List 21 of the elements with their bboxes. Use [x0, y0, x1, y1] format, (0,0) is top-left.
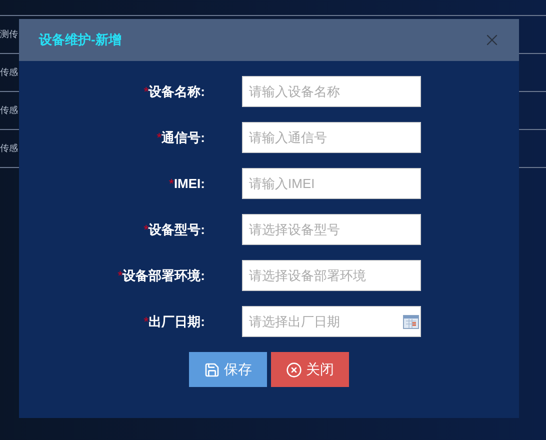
row-label: 传感: [0, 68, 18, 77]
input-field[interactable]: 请输入设备名称: [242, 76, 421, 107]
field-label: *设备部署环境:: [118, 266, 205, 285]
close-button[interactable]: 关闭: [271, 352, 349, 387]
dialog-title: 设备维护-新增: [39, 31, 122, 50]
field-label: *设备名称:: [144, 82, 205, 101]
date-field[interactable]: 请选择出厂日期: [242, 306, 421, 337]
calendar-icon[interactable]: [403, 315, 419, 329]
circle-x-icon: [286, 362, 302, 378]
input-field[interactable]: 请输入通信号: [242, 122, 421, 153]
field-label: *设备型号:: [144, 220, 205, 239]
row-label: 传感: [0, 144, 18, 153]
select-field[interactable]: 请选择设备部署环境: [242, 260, 421, 291]
input-field[interactable]: 请输入IMEI: [242, 168, 421, 199]
row-label: 测传: [0, 30, 18, 39]
field-label: *IMEI:: [168, 174, 205, 193]
select-field[interactable]: 请选择设备型号: [242, 214, 421, 245]
save-button[interactable]: 保存: [189, 352, 267, 387]
row-label: 传感: [0, 106, 18, 115]
field-label: *通信号:: [156, 128, 205, 147]
field-label: *出厂日期:: [144, 312, 205, 331]
